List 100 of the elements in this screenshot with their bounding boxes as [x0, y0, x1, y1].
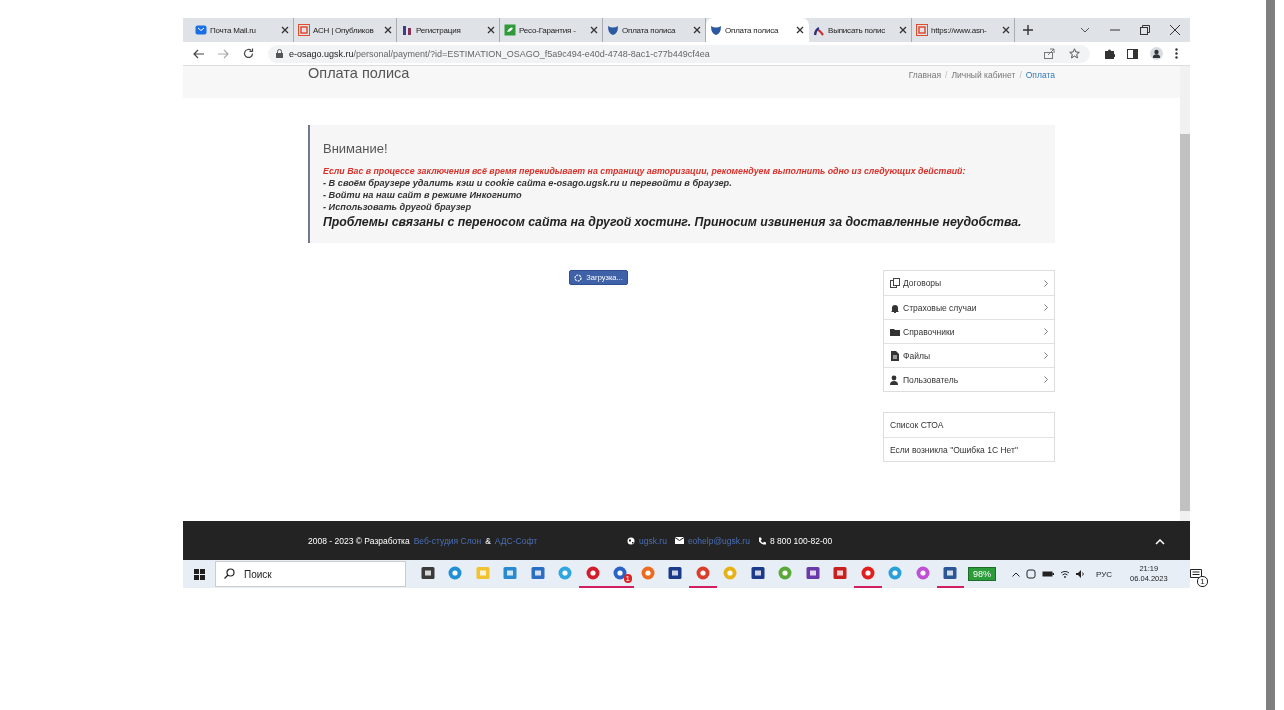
app-glyph-icon — [530, 566, 545, 580]
notification-badge: 1 — [623, 574, 632, 583]
file-icon — [890, 350, 900, 361]
breadcrumb-separator: / — [945, 70, 948, 80]
search-field[interactable]: Поиск — [215, 561, 406, 587]
close-icon[interactable] — [590, 26, 598, 34]
app-glyph-icon — [778, 566, 793, 580]
close-icon[interactable] — [487, 26, 495, 34]
ampersand-text: & — [485, 535, 491, 546]
search-icon — [224, 568, 235, 579]
chevron-right-icon — [1044, 352, 1048, 359]
close-icon[interactable] — [1170, 25, 1180, 35]
app-glyph-icon — [833, 566, 848, 580]
app-glyph-icon — [448, 566, 463, 580]
letter-mark-icon — [298, 24, 310, 36]
wifi-icon[interactable] — [1060, 570, 1070, 578]
app-glyph-icon — [888, 566, 903, 580]
menu-link[interactable]: Если возникла "Ошибка 1С Нет" — [884, 437, 1054, 461]
phone-number: 8 800 100-82-00 — [769, 535, 833, 546]
chevron-right-icon — [1044, 328, 1048, 335]
globe-icon — [627, 536, 635, 545]
advice-item: - Войти на наш сайт в режиме Инкогнито — [323, 190, 523, 200]
leaf-icon — [504, 24, 516, 36]
shield-icon — [710, 24, 722, 36]
app-glyph-icon — [613, 566, 628, 580]
app-glyph-icon — [668, 566, 683, 580]
app-glyph-icon — [805, 566, 820, 580]
app-glyph-icon — [475, 566, 490, 580]
chevron-down-icon[interactable] — [1080, 27, 1090, 33]
lock-icon — [276, 49, 283, 58]
scrollbar[interactable] — [1180, 66, 1190, 521]
close-icon[interactable] — [1002, 26, 1010, 34]
notification-icon[interactable] — [1189, 568, 1202, 580]
chevron-right-icon — [1044, 376, 1048, 383]
spinner-icon — [574, 273, 583, 282]
phone-icon — [757, 536, 766, 545]
reload-icon[interactable] — [243, 48, 254, 59]
app-glyph-icon — [558, 566, 573, 580]
new-tab-icon[interactable] — [1023, 25, 1033, 35]
app-glyph-icon — [695, 566, 710, 580]
bell-icon — [890, 302, 900, 313]
breadcrumb-separator: / — [1019, 70, 1022, 80]
back-icon[interactable] — [193, 48, 204, 59]
start-icon[interactable] — [194, 568, 205, 580]
close-icon[interactable] — [384, 26, 392, 34]
battery-icon[interactable] — [1042, 571, 1054, 577]
restore-icon[interactable] — [1140, 25, 1150, 35]
share-icon[interactable] — [1044, 48, 1055, 59]
tray-device-icon[interactable] — [1026, 569, 1036, 579]
app-glyph-icon — [723, 566, 738, 580]
letter-mark-icon — [916, 24, 928, 36]
app-glyph-icon — [860, 566, 875, 580]
app-glyph-icon — [420, 566, 435, 580]
language-indicator[interactable]: РУС — [1096, 569, 1113, 579]
menu-item[interactable]: Файлы — [884, 343, 1054, 367]
close-icon[interactable] — [899, 26, 907, 34]
side-panel-icon[interactable] — [1127, 48, 1138, 59]
menu-item[interactable]: Пользователь — [884, 367, 1054, 391]
arc-icon — [813, 24, 825, 36]
profile-icon[interactable] — [1150, 47, 1163, 60]
star-icon[interactable] — [1069, 48, 1080, 59]
alert-heading: Внимание! — [323, 141, 389, 156]
menu-item[interactable]: Договоры — [884, 271, 1054, 295]
app-glyph-icon — [640, 566, 655, 580]
browser-tab[interactable]: Оплата полиса — [706, 18, 809, 42]
advice-item: - Использовать другой браузер — [323, 202, 473, 212]
warning-text: Если Вас в процессе заключения всё время перекидывает на страницу авторизации, рекомендуем выполнить одно из следующих действий: — [323, 166, 967, 176]
shield-icon — [607, 24, 619, 36]
app-glyph-icon — [503, 566, 518, 580]
menu-item[interactable]: Справочники — [884, 319, 1054, 343]
battery-percent: 98% — [968, 567, 996, 581]
page-title: Оплата полиса — [308, 66, 410, 80]
envelope-icon — [195, 24, 207, 36]
app-glyph-icon — [750, 566, 765, 580]
envelope-icon — [674, 537, 684, 544]
speaker-icon[interactable] — [1076, 570, 1086, 578]
chevron-up-icon[interactable] — [1012, 571, 1020, 577]
app-glyph-icon — [585, 566, 600, 580]
apology-text: Проблемы связаны с переносом сайта на другой хостинг. Приносим извинения за доставленные неудобства. — [323, 215, 1023, 229]
chevron-right-icon — [1044, 279, 1048, 287]
puzzle-icon[interactable] — [1104, 48, 1115, 59]
user-icon — [890, 374, 900, 385]
app-glyph-icon — [915, 566, 930, 580]
close-icon[interactable] — [281, 26, 289, 34]
menu-item[interactable]: Страховые случаи — [884, 295, 1054, 319]
menu-link[interactable]: Список СТОА — [884, 413, 1054, 437]
breadcrumb-link[interactable]: Оплата — [1025, 70, 1055, 80]
menu-icon[interactable] — [1175, 48, 1178, 59]
notification-count: 1 — [1197, 575, 1208, 587]
close-icon[interactable] — [796, 26, 804, 34]
app-glyph-icon — [943, 566, 958, 580]
address-field[interactable]: e-osago.ugsk.ru/personal/payment/?id=ESTIMATION_OSAGO_f5a9c494-e40d-4748-8ac1-c77b449cf4ea — [268, 44, 1090, 63]
folder-icon — [890, 326, 900, 337]
documents-icon — [890, 278, 900, 288]
breadcrumb-link[interactable]: Главная — [908, 70, 942, 80]
close-icon[interactable] — [693, 26, 701, 34]
breadcrumb-link[interactable]: Личный кабинет — [951, 70, 1016, 80]
chevron-right-icon — [1044, 304, 1048, 311]
bars-icon — [401, 24, 413, 36]
advice-item: - В своём браузере удалить кэш и cookie сайта e-osago.ugsk.ru и перевойти в браузер. — [323, 178, 733, 188]
